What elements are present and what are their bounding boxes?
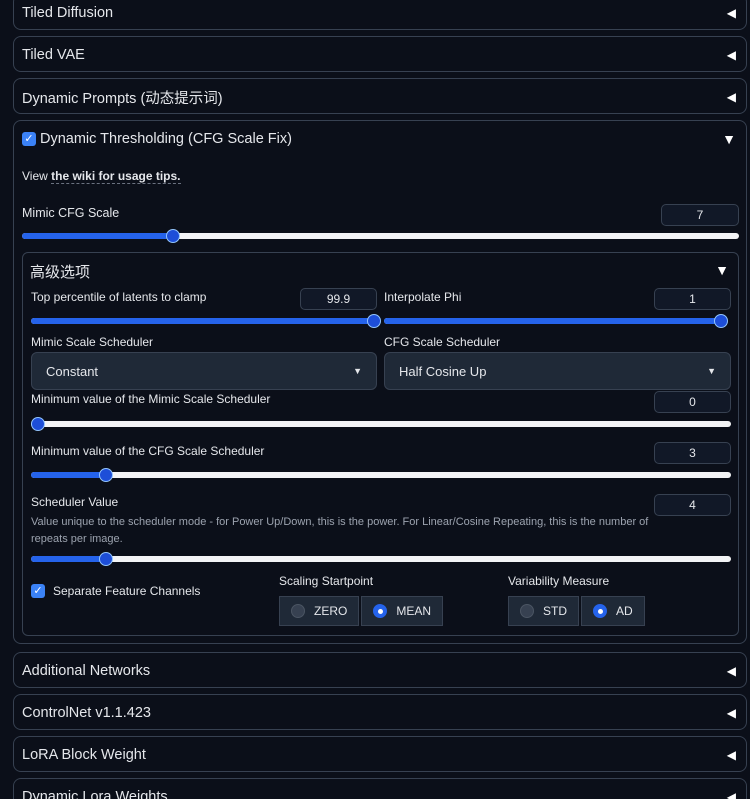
accordion-tiled-vae[interactable]: Tiled VAE ◀ xyxy=(13,36,747,72)
interpolate-phi-label: Interpolate Phi xyxy=(384,290,462,304)
cfg-scheduler-label: CFG Scale Scheduler xyxy=(384,335,501,349)
collapse-arrow-icon[interactable]: ◀ xyxy=(727,790,736,799)
accordion-additional-networks[interactable]: Additional Networks ◀ xyxy=(13,652,747,688)
min-mimic-label: Minimum value of the Mimic Scale Schedul… xyxy=(31,392,271,406)
variability-measure-radio-group: STD AD xyxy=(508,596,645,626)
collapse-arrow-icon[interactable]: ◀ xyxy=(727,664,736,678)
separate-channels-row[interactable]: ✓ Separate Feature Channels xyxy=(31,584,200,598)
scheduler-value-label: Scheduler Value xyxy=(31,495,119,509)
separate-channels-checkbox[interactable]: ✓ xyxy=(31,584,45,598)
mimic-scheduler-label: Mimic Scale Scheduler xyxy=(31,335,154,349)
scaling-startpoint-radio-group: ZERO MEAN xyxy=(279,596,444,626)
mimic-cfg-slider[interactable] xyxy=(22,229,739,243)
accordion-title: LoRA Block Weight xyxy=(22,747,146,763)
slider-thumb[interactable] xyxy=(31,417,45,431)
scheduler-value-description: Value unique to the scheduler mode - for… xyxy=(31,516,649,545)
accordion-title: Dynamic Lora Weights xyxy=(22,789,168,799)
accordion-tiled-diffusion[interactable]: Tiled Diffusion ◀ xyxy=(13,0,747,30)
dt-enable-checkbox[interactable]: ✓ xyxy=(22,132,36,146)
radio-option-label: MEAN xyxy=(396,604,432,618)
interpolate-phi-slider[interactable] xyxy=(384,314,728,328)
separate-channels-label: Separate Feature Channels xyxy=(53,584,201,598)
wiki-note: View the wiki for usage tips. xyxy=(22,169,181,184)
slider-thumb[interactable] xyxy=(366,314,381,328)
radio-selected-icon xyxy=(593,604,607,618)
min-cfg-slider[interactable] xyxy=(31,468,731,482)
slider-thumb[interactable] xyxy=(165,229,180,243)
dt-header[interactable]: ✓ Dynamic Thresholding (CFG Scale Fix) ▼ xyxy=(14,121,746,157)
mimic-cfg-number[interactable]: 7 xyxy=(661,204,739,226)
radio-icon xyxy=(520,604,534,618)
collapse-arrow-icon[interactable]: ◀ xyxy=(727,6,736,20)
accordion-controlnet[interactable]: ControlNet v1.1.423 ◀ xyxy=(13,694,747,730)
scheduler-value-number[interactable]: 4 xyxy=(654,494,731,516)
collapse-arrow-icon[interactable]: ◀ xyxy=(727,706,736,720)
accordion-title: Additional Networks xyxy=(22,663,151,679)
mimic-cfg-label: Mimic CFG Scale xyxy=(22,206,120,220)
top-percentile-label: Top percentile of latents to clamp xyxy=(31,290,207,304)
radio-option-label: AD xyxy=(616,604,633,618)
wiki-prefix: View xyxy=(22,169,52,183)
chevron-down-icon: ▼ xyxy=(707,366,716,376)
scaling-startpoint-label: Scaling Startpoint xyxy=(279,574,374,588)
variability-measure-label: Variability Measure xyxy=(508,574,610,588)
chevron-down-icon: ▼ xyxy=(353,366,362,376)
collapse-arrow-icon[interactable]: ◀ xyxy=(727,748,736,762)
radio-option-label: ZERO xyxy=(314,604,348,618)
top-percentile-slider[interactable] xyxy=(31,314,381,328)
collapse-arrow-icon[interactable]: ◀ xyxy=(727,90,736,104)
accordion-dynamic-thresholding: ✓ Dynamic Thresholding (CFG Scale Fix) ▼… xyxy=(13,120,747,644)
radio-option-zero[interactable]: ZERO xyxy=(279,596,360,626)
wiki-link[interactable]: the wiki for usage tips. xyxy=(51,169,181,184)
slider-thumb[interactable] xyxy=(98,552,113,566)
advanced-options-title: 高级选项 xyxy=(30,264,91,281)
advanced-options-panel: 高级选项 ▼ Top percentile of latents to clam… xyxy=(22,252,739,636)
radio-option-mean[interactable]: MEAN xyxy=(361,596,444,626)
cfg-scheduler-dropdown[interactable]: Half Cosine Up ▼ xyxy=(384,352,731,390)
radio-option-ad[interactable]: AD xyxy=(581,596,645,626)
min-mimic-number[interactable]: 0 xyxy=(654,391,731,413)
radio-selected-icon xyxy=(373,604,388,618)
accordion-dynamic-lora-weights[interactable]: Dynamic Lora Weights ◀ xyxy=(13,778,747,799)
accordion-title: Tiled VAE xyxy=(22,47,85,63)
min-cfg-label: Minimum value of the CFG Scale Scheduler xyxy=(31,444,265,458)
accordion-title: Tiled Diffusion xyxy=(22,5,114,21)
slider-thumb[interactable] xyxy=(98,468,113,482)
top-percentile-number[interactable]: 99.9 xyxy=(300,288,377,310)
accordion-title: Dynamic Prompts (动态提示词) xyxy=(22,90,223,107)
collapse-arrow-icon[interactable]: ◀ xyxy=(727,48,736,62)
accordion-title: Dynamic Thresholding (CFG Scale Fix) xyxy=(40,131,292,147)
scheduler-value-slider[interactable] xyxy=(31,552,731,566)
slider-thumb[interactable] xyxy=(713,314,728,328)
expand-arrow-icon[interactable]: ▼ xyxy=(715,262,729,278)
accordion-dynamic-prompts[interactable]: Dynamic Prompts (动态提示词) ◀ xyxy=(13,78,747,114)
cfg-scheduler-value: Half Cosine Up xyxy=(399,363,487,379)
mimic-scheduler-dropdown[interactable]: Constant ▼ xyxy=(31,352,377,390)
interpolate-phi-number[interactable]: 1 xyxy=(654,288,731,310)
min-cfg-number[interactable]: 3 xyxy=(654,442,731,464)
expand-arrow-icon[interactable]: ▼ xyxy=(722,131,736,147)
accordion-lora-block-weight[interactable]: LoRA Block Weight ◀ xyxy=(13,736,747,772)
accordion-title: ControlNet v1.1.423 xyxy=(22,705,151,721)
min-mimic-slider[interactable] xyxy=(31,417,731,431)
mimic-scheduler-value: Constant xyxy=(46,363,99,379)
radio-option-std[interactable]: STD xyxy=(508,596,579,626)
radio-option-label: STD xyxy=(543,604,567,618)
radio-icon xyxy=(291,604,305,618)
